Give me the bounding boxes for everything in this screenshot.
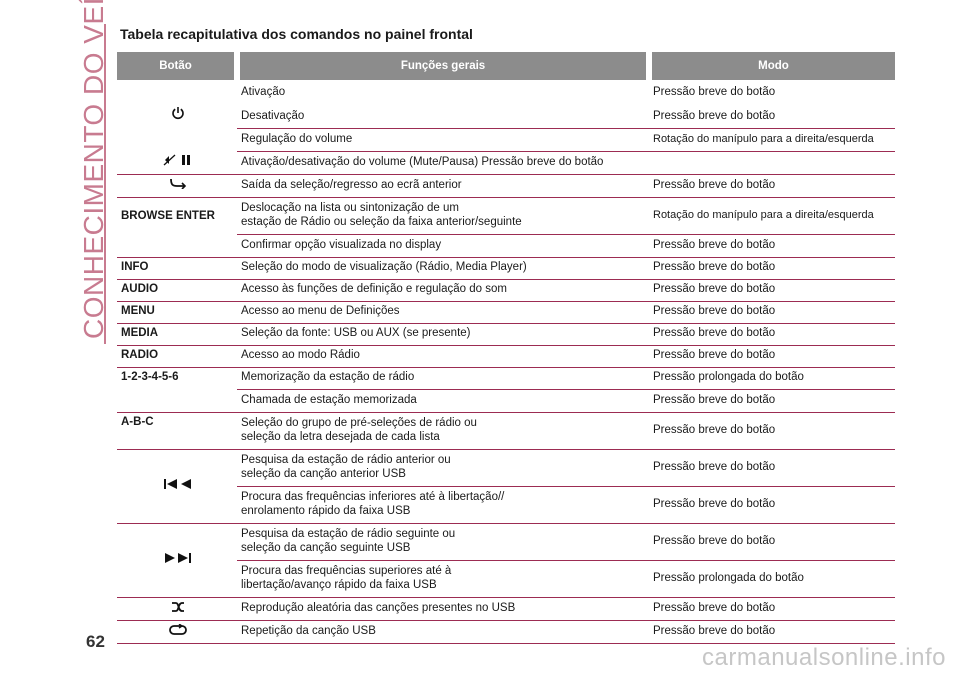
function-cell: Pesquisa da estação de rádio anterior ou…: [237, 449, 649, 487]
button-cell: AUDIO: [117, 279, 237, 302]
button-cell: [117, 174, 237, 198]
function-cell: Seleção da fonte: USB ou AUX (se present…: [237, 323, 649, 346]
mode-cell: Pressão breve do botão: [649, 523, 895, 561]
function-cell: Ativação/desativação do volume (Mute/Pau…: [237, 151, 895, 175]
button-cell: [117, 523, 237, 598]
page-number: 62: [86, 632, 105, 651]
table-row: 1-2-3-4-5-6 Memorização da estação de rá…: [117, 367, 895, 413]
mode-cell: Rotação do manípulo para a direita/esque…: [649, 128, 895, 152]
function-cell: Seleção do grupo de pré-seleções de rádi…: [237, 412, 649, 450]
page-title: Tabela recapitulativa dos comandos no pa…: [120, 26, 473, 42]
table-row: Saída da seleção/regresso ao ecrã anteri…: [117, 174, 895, 198]
function-cell: Desativação: [237, 106, 649, 129]
table-row: A-B-C Seleção do grupo de pré-seleções d…: [117, 412, 895, 450]
table-row: MENU Acesso ao menu de Definições Pressã…: [117, 301, 895, 324]
function-cell: Acesso às funções de definição e regulaç…: [237, 279, 649, 302]
watermark: carmanualsonline.info: [702, 644, 946, 671]
function-cell: Procura das frequências superiores até à…: [237, 560, 649, 598]
button-cell: RADIO: [117, 345, 237, 368]
table-row: BROWSE ENTER Deslocação na lista ou sint…: [117, 197, 895, 258]
mode-cell: Pressão breve do botão: [653, 86, 776, 99]
mode-cell: Pressão breve do botão: [649, 412, 895, 450]
function-cell: Chamada de estação memorizada: [237, 389, 649, 413]
previous-track-icon: [163, 478, 193, 490]
commands-table: Botão Funções gerais Modo Ativação Press…: [117, 52, 895, 645]
mode-cell: Rotação do manípulo para a direita/esque…: [649, 197, 895, 235]
repeat-icon: [168, 623, 188, 636]
table-row: AUDIO Acesso às funções de definição e r…: [117, 279, 895, 302]
table-row: Reprodução aleatória das canções present…: [117, 597, 895, 622]
function-cell: Pesquisa da estação de rádio seguinte ou…: [237, 523, 649, 561]
button-cell: [117, 80, 237, 151]
table-row: Ativação Pressão breve do botão: [117, 80, 895, 120]
header-functions: Funções gerais: [234, 52, 649, 80]
table-row: MEDIA Seleção da fonte: USB ou AUX (se p…: [117, 323, 895, 346]
mode-cell: Pressão breve do botão: [649, 597, 895, 622]
button-cell: [117, 151, 237, 175]
function-cell: Repetição da canção USB: [237, 620, 649, 645]
power-icon: [171, 106, 185, 120]
button-cell: [117, 597, 237, 622]
mode-cell: Pressão breve do botão: [649, 486, 895, 524]
mode-cell: Pressão breve do botão: [649, 449, 895, 487]
table-row: Pesquisa da estação de rádio seguinte ou…: [117, 523, 895, 598]
button-cell: 1-2-3-4-5-6: [117, 367, 237, 413]
button-cell: [117, 620, 237, 645]
function-cell: Deslocação na lista ou sintonização de u…: [237, 197, 649, 235]
function-cell: Regulação do volume: [237, 128, 649, 152]
function-cell: Seleção do modo de visualização (Rádio, …: [237, 257, 649, 280]
button-cell: MEDIA: [117, 323, 237, 346]
mode-cell: Pressão breve do botão: [649, 620, 895, 645]
table-header-row: Botão Funções gerais Modo: [117, 52, 895, 80]
function-cell: Saída da seleção/regresso ao ecrã anteri…: [237, 174, 649, 198]
back-icon: [169, 177, 187, 190]
function-cell: Acesso ao modo Rádio: [237, 345, 649, 368]
button-cell: BROWSE ENTER: [117, 197, 237, 258]
mode-cell: Pressão breve do botão: [649, 301, 895, 324]
function-cell: Memorização da estação de rádio: [237, 367, 649, 390]
function-cell: Confirmar opção visualizada no display: [237, 234, 649, 258]
shuffle-icon: [170, 600, 186, 614]
mute-pause-icon: [163, 153, 193, 167]
mode-cell: Pressão breve do botão: [649, 106, 895, 129]
function-cell: Acesso ao menu de Definições: [237, 301, 649, 324]
mode-cell: Pressão breve do botão: [649, 174, 895, 198]
function-cell: Reprodução aleatória das canções present…: [237, 597, 649, 622]
side-divider: [104, 24, 106, 344]
table-row: INFO Seleção do modo de visualização (Rá…: [117, 257, 895, 280]
button-cell: [117, 449, 237, 524]
button-cell: INFO: [117, 257, 237, 280]
mode-cell: Pressão prolongada do botão: [649, 560, 895, 598]
mode-cell: Pressão breve do botão: [649, 345, 895, 368]
table-row: Pesquisa da estação de rádio anterior ou…: [117, 449, 895, 524]
header-button: Botão: [117, 52, 237, 80]
table-row: Repetição da canção USB Pressão breve do…: [117, 620, 895, 645]
button-cell: MENU: [117, 301, 237, 324]
table-row: RADIO Acesso ao modo Rádio Pressão breve…: [117, 345, 895, 368]
mode-cell: Pressão breve do botão: [649, 257, 895, 280]
mode-cell: Pressão breve do botão: [649, 279, 895, 302]
mode-cell: Pressão breve do botão: [649, 389, 895, 413]
mode-cell: Pressão breve do botão: [649, 234, 895, 258]
function-cell: Procura das frequências inferiores até à…: [237, 486, 649, 524]
function-cell: Ativação: [241, 86, 286, 99]
side-section-title: CONHECIMENTO DO VEÍCULO: [72, 0, 112, 339]
mode-cell: Pressão breve do botão: [649, 323, 895, 346]
button-cell: A-B-C: [117, 412, 237, 450]
table-row: Ativação/desativação do volume (Mute/Pau…: [117, 151, 895, 175]
mode-cell: Pressão prolongada do botão: [649, 367, 895, 390]
next-track-icon: [163, 552, 193, 564]
header-mode: Modo: [646, 52, 895, 80]
